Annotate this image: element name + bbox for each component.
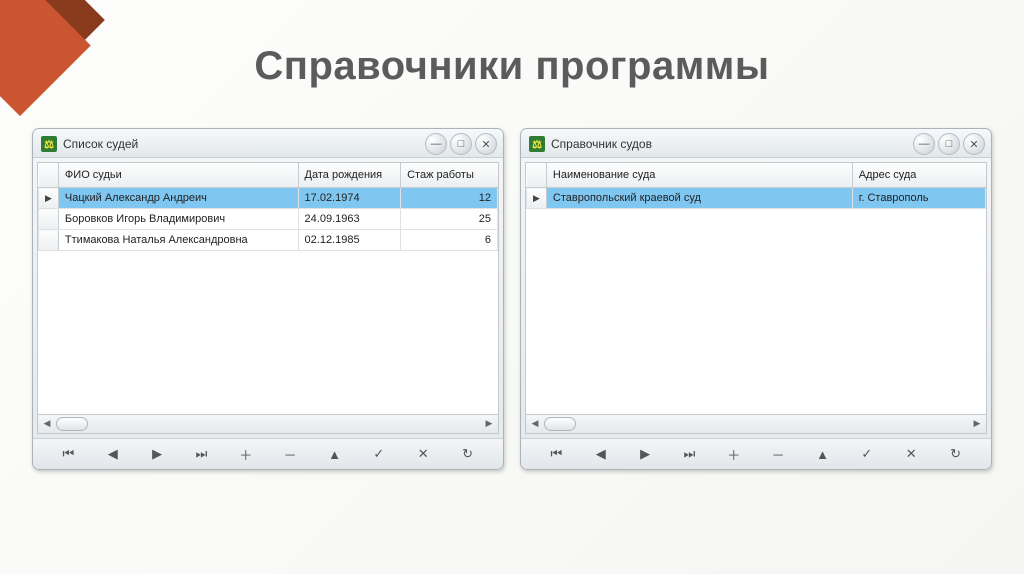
window-judges: ⚖ Список судей — □ ✕ ФИО судьи Дата рожд… (32, 128, 504, 470)
nav-ok-button[interactable]: ✓ (850, 443, 884, 465)
col-header-name[interactable]: ФИО судьи (58, 163, 298, 188)
table-row[interactable]: Ттимакова Наталья Александровна02.12.198… (39, 230, 498, 251)
nav-prev-button[interactable]: ◀ (584, 443, 618, 465)
nav-cancel-button[interactable]: ✕ (894, 443, 928, 465)
cell-addr[interactable]: г. Ставрополь (852, 188, 985, 209)
cell-name[interactable]: Боровков Игорь Владимирович (58, 209, 298, 230)
scroll-right-icon[interactable]: ▶ (481, 416, 497, 430)
scroll-left-icon[interactable]: ◀ (527, 416, 543, 430)
cell-dob[interactable]: 24.09.1963 (298, 209, 401, 230)
row-marker: ▶ (527, 188, 547, 209)
nav-prev-button[interactable]: ◀ (96, 443, 130, 465)
cell-exp[interactable]: 12 (401, 188, 498, 209)
scroll-thumb[interactable] (544, 417, 576, 431)
nav-first-button[interactable]: ⏮ (539, 443, 573, 465)
nav-last-button[interactable]: ⏭ (184, 443, 218, 465)
nav-refresh-button[interactable]: ↻ (451, 443, 485, 465)
nav-remove-button[interactable]: － (273, 443, 307, 465)
table-row[interactable]: ▶Чацкий Александр Андреич17.02.197412 (39, 188, 498, 209)
scroll-right-icon[interactable]: ▶ (969, 416, 985, 430)
cell-dob[interactable]: 17.02.1974 (298, 188, 401, 209)
nav-first-button[interactable]: ⏮ (51, 443, 85, 465)
minimize-button[interactable]: — (913, 133, 935, 155)
table-row[interactable]: Боровков Игорь Владимирович24.09.196325 (39, 209, 498, 230)
db-navigator: ⏮ ◀ ▶ ⏭ ＋ － ▲ ✓ ✕ ↻ (521, 438, 991, 469)
nav-next-button[interactable]: ▶ (628, 443, 662, 465)
scroll-left-icon[interactable]: ◀ (39, 416, 55, 430)
col-header-dob[interactable]: Дата рождения (298, 163, 401, 188)
minimize-button[interactable]: — (425, 133, 447, 155)
nav-remove-button[interactable]: － (761, 443, 795, 465)
horizontal-scrollbar[interactable]: ◀ ▶ (526, 414, 986, 433)
row-marker (39, 230, 59, 251)
window-title: Справочник судов (551, 137, 910, 151)
client-area: ФИО судьи Дата рождения Стаж работы ▶Чац… (37, 162, 499, 434)
grid[interactable]: ФИО судьи Дата рождения Стаж работы ▶Чац… (38, 163, 498, 414)
close-button[interactable]: ✕ (963, 133, 985, 155)
cell-name[interactable]: Ттимакова Наталья Александровна (58, 230, 298, 251)
titlebar[interactable]: ⚖ Справочник судов — □ ✕ (521, 129, 991, 158)
table-row[interactable]: ▶Ставропольский краевой судг. Ставрополь (527, 188, 986, 209)
cell-court[interactable]: Ставропольский краевой суд (546, 188, 852, 209)
nav-refresh-button[interactable]: ↻ (939, 443, 973, 465)
col-header-addr[interactable]: Адрес суда (852, 163, 985, 188)
client-area: Наименование суда Адрес суда ▶Ставрополь… (525, 162, 987, 434)
slide-title: Справочники программы (0, 44, 1024, 89)
nav-add-button[interactable]: ＋ (717, 443, 751, 465)
cell-name[interactable]: Чацкий Александр Андреич (58, 188, 298, 209)
nav-ok-button[interactable]: ✓ (362, 443, 396, 465)
nav-add-button[interactable]: ＋ (229, 443, 263, 465)
cell-exp[interactable]: 25 (401, 209, 498, 230)
cell-exp[interactable]: 6 (401, 230, 498, 251)
maximize-button[interactable]: □ (938, 133, 960, 155)
row-marker-header (527, 163, 547, 188)
close-button[interactable]: ✕ (475, 133, 497, 155)
nav-cancel-button[interactable]: ✕ (406, 443, 440, 465)
nav-edit-button[interactable]: ▲ (806, 443, 840, 465)
db-navigator: ⏮ ◀ ▶ ⏭ ＋ － ▲ ✓ ✕ ↻ (33, 438, 503, 469)
row-marker: ▶ (39, 188, 59, 209)
app-icon: ⚖ (41, 136, 57, 152)
col-header-exp[interactable]: Стаж работы (401, 163, 498, 188)
window-courts: ⚖ Справочник судов — □ ✕ Наименование су… (520, 128, 992, 470)
row-marker-header (39, 163, 59, 188)
nav-edit-button[interactable]: ▲ (318, 443, 352, 465)
scroll-thumb[interactable] (56, 417, 88, 431)
maximize-button[interactable]: □ (450, 133, 472, 155)
cell-dob[interactable]: 02.12.1985 (298, 230, 401, 251)
titlebar[interactable]: ⚖ Список судей — □ ✕ (33, 129, 503, 158)
window-title: Список судей (63, 137, 422, 151)
nav-next-button[interactable]: ▶ (140, 443, 174, 465)
grid[interactable]: Наименование суда Адрес суда ▶Ставрополь… (526, 163, 986, 414)
app-icon: ⚖ (529, 136, 545, 152)
horizontal-scrollbar[interactable]: ◀ ▶ (38, 414, 498, 433)
row-marker (39, 209, 59, 230)
nav-last-button[interactable]: ⏭ (672, 443, 706, 465)
col-header-court[interactable]: Наименование суда (546, 163, 852, 188)
